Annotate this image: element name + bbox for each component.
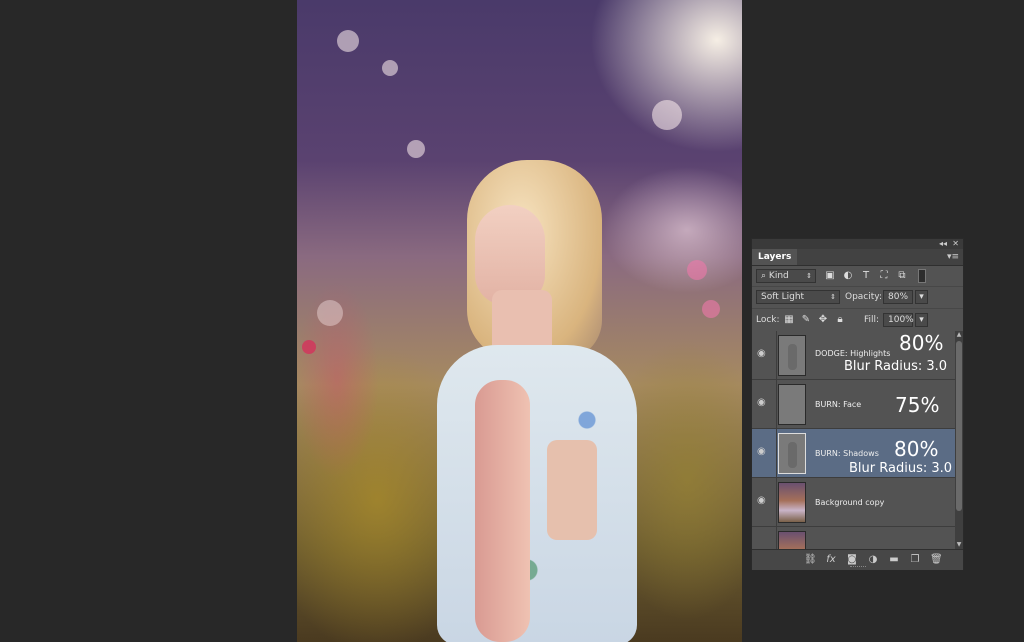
panel-titlebar[interactable]: ◂◂ ✕ [752, 239, 963, 249]
pixel-layer-filter-icon[interactable]: ▣ [824, 270, 836, 282]
fx-icon[interactable]: fx [825, 554, 837, 566]
model-back [547, 440, 597, 540]
layer-thumbnail[interactable] [778, 482, 806, 523]
fill-label: Fill: [864, 315, 880, 325]
layer-thumbnail[interactable] [778, 335, 806, 376]
layer-thumbnail[interactable] [778, 433, 806, 474]
resize-grip[interactable] [850, 566, 866, 569]
filter-kind-select[interactable]: ⌕ Kind ⇕ [756, 269, 816, 283]
panel-menu-icon[interactable]: ▾≡ [947, 249, 959, 265]
eye-icon: ◉ [757, 397, 766, 408]
shape-layer-filter-icon[interactable]: ⛶ [878, 270, 890, 282]
blend-row: Soft Light ⇕ Opacity: 80% ▾ [752, 286, 963, 309]
filter-row: ⌕ Kind ⇕ ▣ ◐ T ⛶ ⧉ [752, 266, 963, 286]
layer-name: BURN: Face [815, 400, 862, 409]
scroll-up-arrow-icon[interactable]: ▲ [955, 331, 963, 339]
blend-mode-value: Soft Light [761, 292, 805, 302]
opacity-dropdown-button[interactable]: ▾ [915, 290, 928, 304]
lock-all-icon[interactable]: 🔒︎ [834, 314, 846, 326]
collapse-panel-button[interactable]: ◂◂ [939, 239, 947, 249]
link-icon[interactable]: ⛓ [804, 554, 817, 566]
lock-image-pixels-icon[interactable]: ✎ [800, 314, 812, 326]
layers-scrollbar[interactable]: ▲ ▼ [955, 331, 963, 549]
layer-row-dodge-highlights[interactable]: ◉ DODGE: Highlights 80% Blur Radius: 3.0 [752, 331, 955, 380]
blend-mode-select[interactable]: Soft Light ⇕ [756, 290, 840, 304]
eye-icon: ◉ [757, 495, 766, 506]
layers-bottom-toolbar: ⛓ fx ◙ ◑ ▬ ❐ 🗑︎ [752, 549, 963, 570]
panel-tab-row: Layers ▾≡ [752, 249, 963, 266]
fill-dropdown-button[interactable]: ▾ [915, 313, 928, 327]
model-dress [437, 345, 637, 642]
close-panel-button[interactable]: ✕ [952, 239, 959, 249]
bokeh-light [337, 30, 359, 52]
layers-panel: ◂◂ ✕ Layers ▾≡ ⌕ Kind ⇕ ▣ ◐ T ⛶ ⧉ Soft L… [751, 238, 964, 570]
mask-icon[interactable]: ◙ [846, 554, 858, 566]
annotation-blur-radius: Blur Radius: 3.0 [844, 359, 948, 374]
folder-icon[interactable]: ▬ [888, 554, 900, 566]
bokeh-light [317, 300, 343, 326]
opacity-label: Opacity: [845, 292, 882, 302]
layer-row-background[interactable] [752, 527, 955, 549]
lock-position-icon[interactable]: ✥ [817, 314, 829, 326]
adjustment-layer-filter-icon[interactable]: ◐ [842, 270, 854, 282]
layers-list: ◉ DODGE: Highlights 80% Blur Radius: 3.0… [752, 331, 955, 549]
model-arm [475, 380, 530, 642]
bokeh-light [302, 340, 316, 354]
visibility-toggle[interactable] [752, 527, 777, 549]
trash-icon[interactable]: 🗑︎ [930, 554, 943, 566]
figure-silhouette [788, 344, 797, 370]
lock-row: Lock: ▦ ✎ ✥ 🔒︎ Fill: 100% ▾ [752, 308, 963, 331]
bokeh-light [702, 300, 720, 318]
opacity-input[interactable]: 80% [883, 290, 913, 304]
layer-name: Background copy [815, 498, 885, 507]
updown-arrow-icon: ⇕ [806, 272, 812, 280]
bokeh-light [407, 140, 425, 158]
visibility-toggle[interactable]: ◉ [752, 331, 777, 380]
layer-row-burn-face[interactable]: ◉ BURN: Face 75% [752, 380, 955, 429]
bokeh-light [687, 260, 707, 280]
visibility-toggle[interactable]: ◉ [752, 429, 777, 478]
bokeh-light [382, 60, 398, 76]
visibility-toggle[interactable]: ◉ [752, 380, 777, 429]
new-layer-icon[interactable]: ❐ [909, 554, 921, 566]
type-layer-filter-icon[interactable]: T [860, 270, 872, 282]
lock-transparent-pixels-icon[interactable]: ▦ [783, 314, 795, 326]
layer-name: DODGE: Highlights [815, 349, 891, 358]
layer-row-burn-shadows[interactable]: ◉ BURN: Shadows 80% Blur Radius: 3.0 [752, 429, 955, 478]
layer-row-background-copy[interactable]: ◉ Background copy [752, 478, 955, 527]
scroll-thumb[interactable] [956, 341, 962, 511]
photo-document[interactable] [297, 0, 742, 642]
layer-name: BURN: Shadows [815, 449, 879, 458]
bokeh-light [652, 100, 682, 130]
annotation-blur-radius: Blur Radius: 3.0 [849, 461, 953, 476]
search-icon: ⌕ [761, 271, 767, 281]
lock-label: Lock: [756, 315, 780, 325]
visibility-toggle[interactable]: ◉ [752, 478, 777, 527]
layer-thumbnail[interactable] [778, 384, 806, 425]
eye-icon: ◉ [757, 348, 766, 359]
updown-arrow-icon: ⇕ [830, 293, 836, 301]
eye-icon: ◉ [757, 446, 766, 457]
fill-input[interactable]: 100% [883, 313, 914, 327]
adjustment-icon[interactable]: ◑ [867, 554, 879, 566]
layer-thumbnail[interactable] [778, 531, 806, 549]
annotation-percent: 80% [899, 331, 944, 355]
filter-toggle-switch[interactable] [918, 269, 926, 283]
annotation-percent: 80% [894, 437, 939, 461]
filter-kind-label: Kind [768, 271, 789, 281]
scroll-down-arrow-icon[interactable]: ▼ [955, 541, 963, 549]
smart-object-filter-icon[interactable]: ⧉ [896, 270, 908, 282]
figure-silhouette [788, 442, 797, 468]
annotation-percent: 75% [895, 393, 940, 417]
tab-layers[interactable]: Layers [752, 249, 798, 265]
